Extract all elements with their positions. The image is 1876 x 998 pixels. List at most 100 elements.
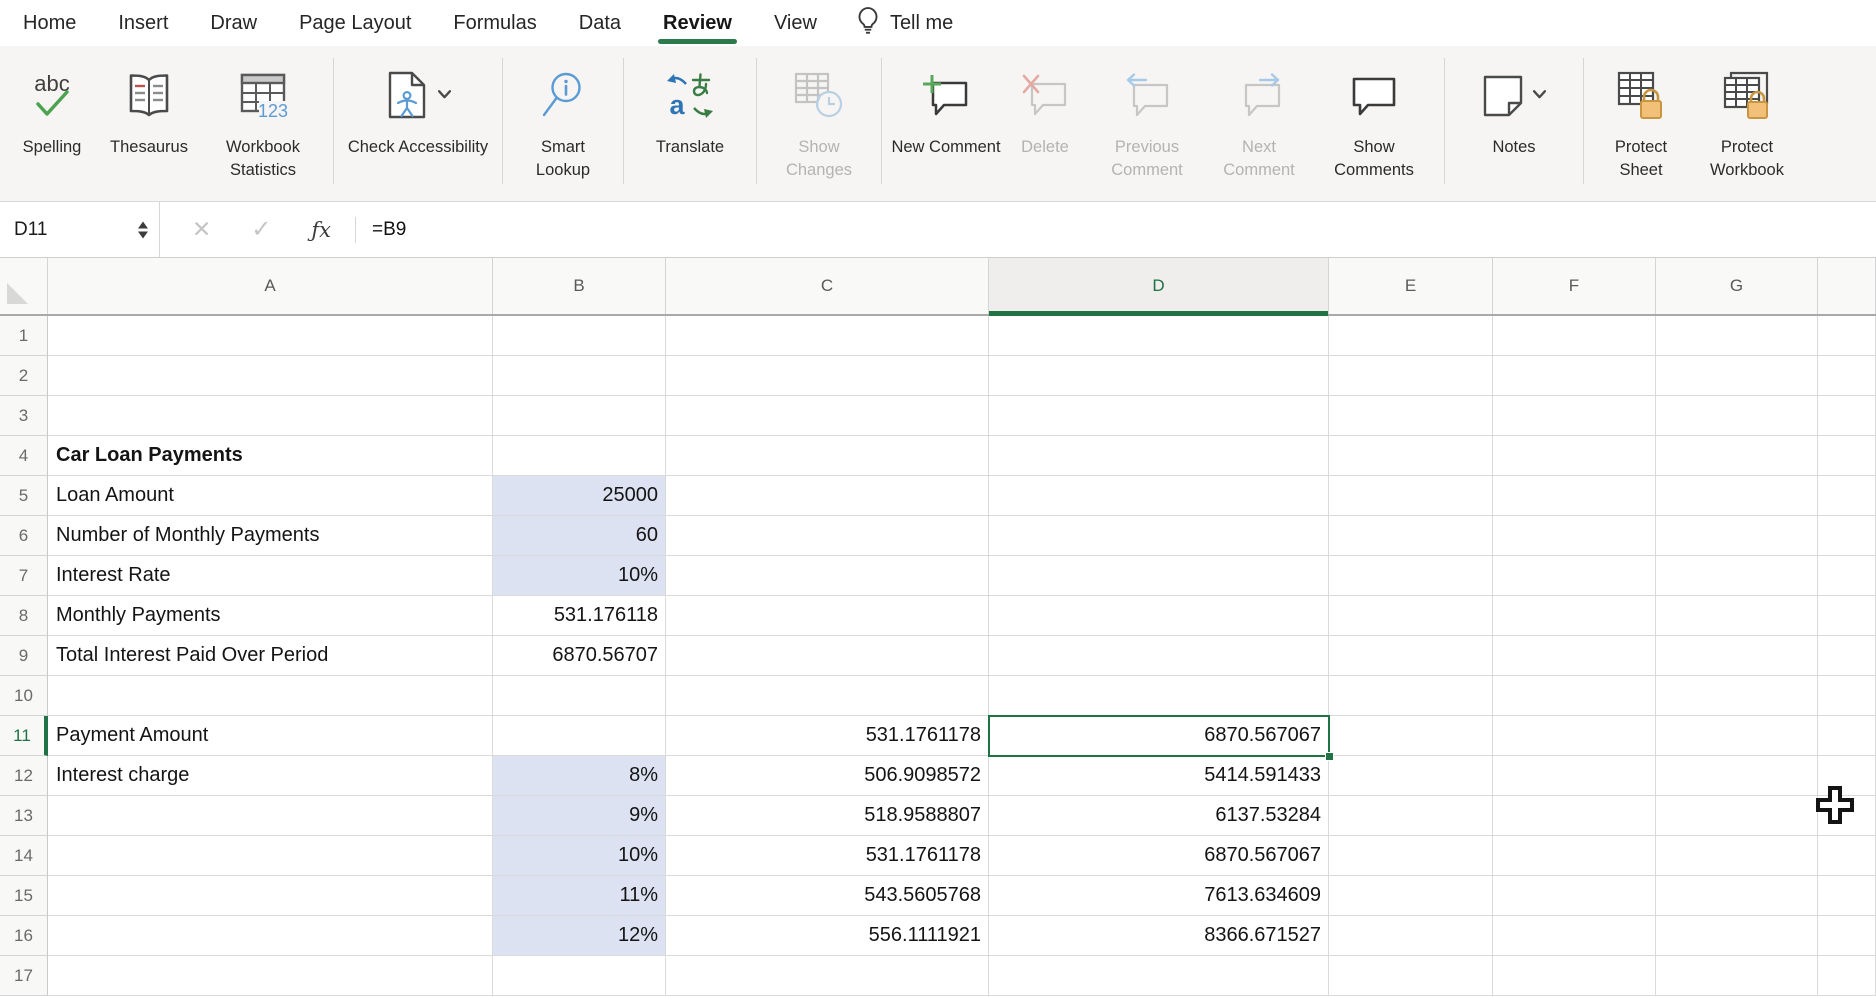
cell-D12[interactable]: 5414.591433 bbox=[989, 756, 1329, 796]
cell-D17[interactable] bbox=[989, 956, 1329, 996]
tab-insert[interactable]: Insert bbox=[97, 0, 189, 46]
cell-C4[interactable] bbox=[666, 436, 989, 476]
cell-B2[interactable] bbox=[493, 356, 666, 396]
cell-A16[interactable] bbox=[48, 916, 493, 956]
cell-G11[interactable] bbox=[1656, 716, 1818, 756]
cell-h10[interactable] bbox=[1818, 676, 1876, 716]
cell-G9[interactable] bbox=[1656, 636, 1818, 676]
tab-tell-me[interactable]: Tell me bbox=[842, 0, 967, 46]
cell-F4[interactable] bbox=[1493, 436, 1656, 476]
cell-A12[interactable]: Interest charge bbox=[48, 756, 493, 796]
cell-E17[interactable] bbox=[1329, 956, 1493, 996]
stepper-down-icon[interactable] bbox=[138, 231, 148, 238]
row-header-10[interactable]: 10 bbox=[0, 676, 48, 716]
cell-F6[interactable] bbox=[1493, 516, 1656, 556]
cell-h4[interactable] bbox=[1818, 436, 1876, 476]
cell-B14[interactable]: 10% bbox=[493, 836, 666, 876]
cell-E9[interactable] bbox=[1329, 636, 1493, 676]
cell-A5[interactable]: Loan Amount bbox=[48, 476, 493, 516]
row-header-16[interactable]: 16 bbox=[0, 916, 48, 956]
column-header-a[interactable]: A bbox=[48, 258, 493, 314]
cell-G6[interactable] bbox=[1656, 516, 1818, 556]
cell-E2[interactable] bbox=[1329, 356, 1493, 396]
row-header-15[interactable]: 15 bbox=[0, 876, 48, 916]
cell-E13[interactable] bbox=[1329, 796, 1493, 836]
cell-h16[interactable] bbox=[1818, 916, 1876, 956]
cell-F9[interactable] bbox=[1493, 636, 1656, 676]
cell-C7[interactable] bbox=[666, 556, 989, 596]
cell-C15[interactable]: 543.5605768 bbox=[666, 876, 989, 916]
cell-A15[interactable] bbox=[48, 876, 493, 916]
cell-E8[interactable] bbox=[1329, 596, 1493, 636]
cell-A14[interactable] bbox=[48, 836, 493, 876]
cell-A13[interactable] bbox=[48, 796, 493, 836]
cell-A6[interactable]: Number of Monthly Payments bbox=[48, 516, 493, 556]
name-box-stepper[interactable] bbox=[138, 221, 148, 238]
cell-D10[interactable] bbox=[989, 676, 1329, 716]
cell-D3[interactable] bbox=[989, 396, 1329, 436]
cell-D2[interactable] bbox=[989, 356, 1329, 396]
cell-D6[interactable] bbox=[989, 516, 1329, 556]
cell-C8[interactable] bbox=[666, 596, 989, 636]
cell-C17[interactable] bbox=[666, 956, 989, 996]
cell-h1[interactable] bbox=[1818, 316, 1876, 356]
cell-G15[interactable] bbox=[1656, 876, 1818, 916]
cell-C2[interactable] bbox=[666, 356, 989, 396]
cell-E10[interactable] bbox=[1329, 676, 1493, 716]
cell-h7[interactable] bbox=[1818, 556, 1876, 596]
cell-h15[interactable] bbox=[1818, 876, 1876, 916]
cell-h17[interactable] bbox=[1818, 956, 1876, 996]
cell-D14[interactable]: 6870.567067 bbox=[989, 836, 1329, 876]
cell-D8[interactable] bbox=[989, 596, 1329, 636]
column-header-c[interactable]: C bbox=[666, 258, 989, 314]
column-header-g[interactable]: G bbox=[1656, 258, 1818, 314]
cell-G10[interactable] bbox=[1656, 676, 1818, 716]
column-header-f[interactable]: F bbox=[1493, 258, 1656, 314]
ribbon-button-spelling[interactable]: abcSpelling bbox=[8, 46, 96, 159]
cell-F2[interactable] bbox=[1493, 356, 1656, 396]
cell-F14[interactable] bbox=[1493, 836, 1656, 876]
cell-F15[interactable] bbox=[1493, 876, 1656, 916]
cell-C14[interactable]: 531.1761178 bbox=[666, 836, 989, 876]
cell-D15[interactable]: 7613.634609 bbox=[989, 876, 1329, 916]
cell-G13[interactable] bbox=[1656, 796, 1818, 836]
cell-B3[interactable] bbox=[493, 396, 666, 436]
row-header-17[interactable]: 17 bbox=[0, 956, 48, 996]
cell-B4[interactable] bbox=[493, 436, 666, 476]
cell-G3[interactable] bbox=[1656, 396, 1818, 436]
cell-F8[interactable] bbox=[1493, 596, 1656, 636]
cell-C11[interactable]: 531.1761178 bbox=[666, 716, 989, 756]
row-header-13[interactable]: 13 bbox=[0, 796, 48, 836]
cell-C12[interactable]: 506.9098572 bbox=[666, 756, 989, 796]
cell-D4[interactable] bbox=[989, 436, 1329, 476]
cell-D13[interactable]: 6137.53284 bbox=[989, 796, 1329, 836]
cell-F16[interactable] bbox=[1493, 916, 1656, 956]
cell-D1[interactable] bbox=[989, 316, 1329, 356]
cell-A11[interactable]: Payment Amount bbox=[48, 716, 493, 756]
cell-B13[interactable]: 9% bbox=[493, 796, 666, 836]
cell-C16[interactable]: 556.1111921 bbox=[666, 916, 989, 956]
ribbon-button-smart-lookup[interactable]: Smart Lookup bbox=[512, 46, 614, 182]
tab-data[interactable]: Data bbox=[558, 0, 642, 46]
cell-B12[interactable]: 8% bbox=[493, 756, 666, 796]
cell-B7[interactable]: 10% bbox=[493, 556, 666, 596]
row-header-14[interactable]: 14 bbox=[0, 836, 48, 876]
cell-G2[interactable] bbox=[1656, 356, 1818, 396]
cell-h6[interactable] bbox=[1818, 516, 1876, 556]
cell-h8[interactable] bbox=[1818, 596, 1876, 636]
cell-F10[interactable] bbox=[1493, 676, 1656, 716]
cell-G12[interactable] bbox=[1656, 756, 1818, 796]
row-header-4[interactable]: 4 bbox=[0, 436, 48, 476]
ribbon-button-protect-workbook[interactable]: Protect Workbook bbox=[1689, 46, 1805, 182]
column-header-d[interactable]: D bbox=[989, 258, 1329, 314]
cell-h14[interactable] bbox=[1818, 836, 1876, 876]
cell-D7[interactable] bbox=[989, 556, 1329, 596]
cell-A3[interactable] bbox=[48, 396, 493, 436]
column-header-b[interactable]: B bbox=[493, 258, 666, 314]
cell-A10[interactable] bbox=[48, 676, 493, 716]
ribbon-button-translate[interactable]: aTranslate bbox=[633, 46, 747, 159]
cell-D16[interactable]: 8366.671527 bbox=[989, 916, 1329, 956]
cell-G4[interactable] bbox=[1656, 436, 1818, 476]
name-box[interactable]: D11 bbox=[0, 202, 160, 257]
cell-F13[interactable] bbox=[1493, 796, 1656, 836]
